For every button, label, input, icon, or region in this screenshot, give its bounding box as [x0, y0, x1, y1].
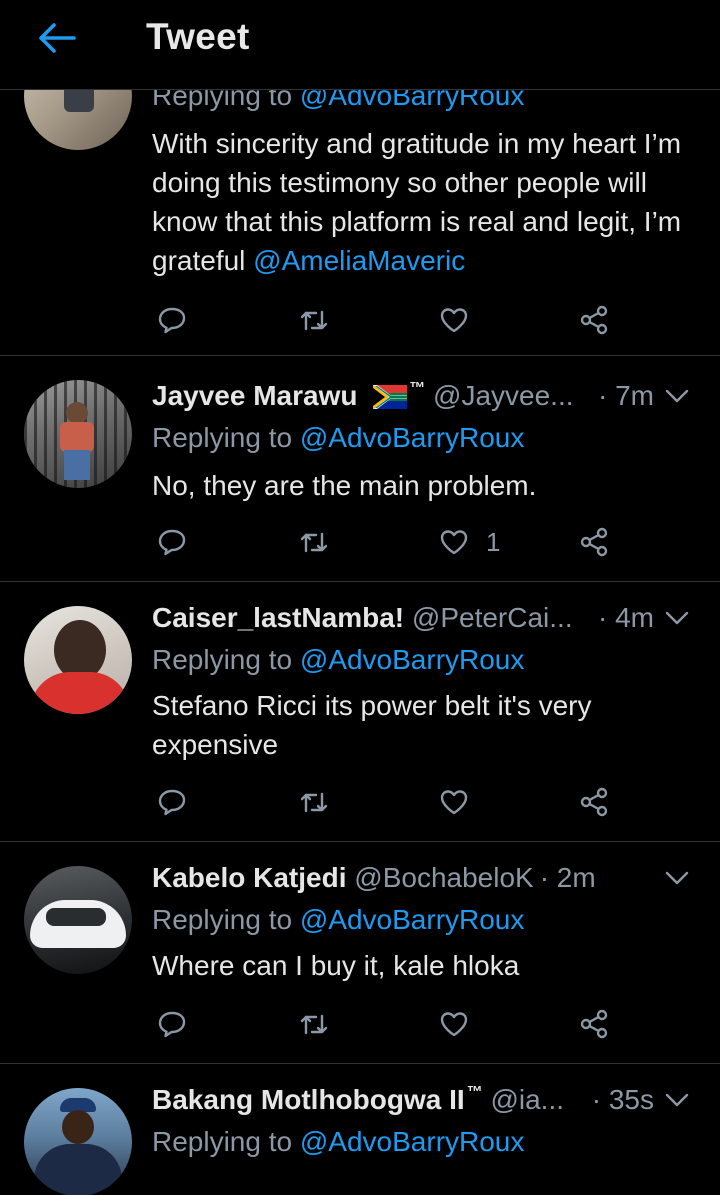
tweet-meta: Bakang Motlhobogwa II ™ @ia... · 35s [152, 1084, 698, 1124]
share-button[interactable] [578, 522, 610, 562]
retweet-icon [300, 792, 328, 813]
display-name[interactable]: Caiser_lastNamba! [152, 602, 404, 633]
retweet-button[interactable] [298, 522, 330, 562]
chevron-down-icon[interactable] [664, 386, 690, 406]
reply-icon [158, 307, 186, 334]
share-icon [580, 1009, 608, 1039]
tweet-meta: Caiser_lastNamba! @PeterCai... · 4m [152, 602, 698, 642]
tweet-item[interactable]: Kabelo Katjedi @BochabeloK · 2m Replying … [0, 842, 720, 1064]
avatar[interactable] [24, 866, 132, 974]
user-handle[interactable]: @ia... [490, 1084, 564, 1115]
like-icon [440, 308, 468, 333]
tweet-meta: Jayvee Marawu ™ @Jayvee... · 7m [152, 380, 698, 420]
tweet-text: No, they are the main problem. [152, 470, 537, 501]
tweet-actions [152, 300, 632, 340]
replying-to-mention[interactable]: @AdvoBarryRoux [300, 422, 525, 453]
replying-to-line: Replying to @AdvoBarryRoux [152, 1126, 525, 1157]
display-name[interactable]: Bakang Motlhobogwa II [152, 1084, 465, 1115]
like-button[interactable] [438, 300, 470, 340]
reply-icon [158, 789, 186, 816]
retweet-icon [300, 532, 328, 553]
like-button[interactable]: 1 [438, 522, 500, 562]
retweet-button[interactable] [298, 1004, 330, 1044]
timestamp: · 35s [591, 1084, 654, 1115]
display-name[interactable]: Jayvee Marawu [152, 380, 357, 411]
replying-to-mention[interactable]: @AdvoBarryRoux [300, 1126, 525, 1157]
user-handle[interactable]: @PeterCai... [412, 602, 573, 633]
like-button[interactable] [438, 782, 470, 822]
reply-icon [158, 529, 186, 556]
avatar[interactable] [24, 606, 132, 714]
reply-button[interactable] [156, 522, 188, 562]
chevron-down-icon[interactable] [664, 1090, 690, 1110]
timestamp: · 4m [598, 602, 654, 633]
mention-link[interactable]: @AmeliaMaveric [253, 245, 465, 276]
retweet-button[interactable] [298, 782, 330, 822]
chevron-down-icon[interactable] [664, 868, 690, 888]
top-app-bar: Tweet [0, 0, 720, 90]
share-button[interactable] [578, 782, 610, 822]
reply-button[interactable] [156, 1004, 188, 1044]
tweet-item[interactable]: Bakang Motlhobogwa II ™ @ia... · 35s Repl… [0, 1064, 720, 1195]
like-icon [440, 1012, 468, 1037]
reply-button[interactable] [156, 782, 188, 822]
like-icon [440, 530, 468, 555]
replying-to-mention[interactable]: @AdvoBarryRoux [300, 904, 525, 935]
reply-button[interactable] [156, 300, 188, 340]
tweet-actions [152, 1004, 632, 1044]
tweet-text: With sincerity and gratitude in my heart… [152, 128, 682, 276]
share-icon [580, 787, 608, 817]
tweet-actions: 1 [152, 522, 632, 562]
timestamp: · 7m [598, 380, 654, 411]
replying-to-mention[interactable]: @AdvoBarryRoux [300, 644, 525, 675]
tweet-text: Stefano Ricci its power belt it's very e… [152, 690, 592, 760]
chevron-down-icon[interactable] [664, 608, 690, 628]
back-arrow-icon[interactable] [34, 18, 78, 58]
replying-to-line: Replying to @AdvoBarryRoux [152, 422, 525, 453]
reply-icon [158, 1011, 186, 1038]
retweet-button[interactable] [298, 300, 330, 340]
tweet-item[interactable]: Replying to @AdvoBarryRoux With sincerit… [0, 42, 720, 356]
share-icon [580, 305, 608, 335]
timestamp: · 2m [539, 862, 596, 893]
tweet-text: Where can I buy it, kale hloka [152, 950, 520, 981]
like-icon [440, 790, 468, 815]
page-title: Tweet [146, 16, 250, 57]
display-name[interactable]: Kabelo Katjedi [152, 862, 346, 893]
like-count: 1 [486, 526, 501, 557]
retweet-icon [300, 1014, 328, 1035]
replying-to-line: Replying to @AdvoBarryRoux [152, 644, 525, 675]
tweet-meta: Kabelo Katjedi @BochabeloK · 2m [152, 862, 698, 902]
share-button[interactable] [578, 1004, 610, 1044]
south-africa-flag-icon [373, 385, 408, 409]
share-icon [580, 527, 608, 557]
tweet-feed[interactable]: Replying to @AdvoBarryRoux With sincerit… [0, 0, 720, 1195]
user-handle[interactable]: @BochabeloK [354, 862, 533, 893]
avatar[interactable] [24, 1088, 132, 1195]
tweet-actions [152, 782, 632, 822]
tweet-item[interactable]: Caiser_lastNamba! @PeterCai... · 4m Repl… [0, 582, 720, 842]
avatar[interactable] [24, 380, 132, 488]
like-button[interactable] [438, 1004, 470, 1044]
tweet-item[interactable]: Jayvee Marawu ™ @Jayvee... · 7m Replying… [0, 356, 720, 582]
replying-to-line: Replying to @AdvoBarryRoux [152, 904, 525, 935]
share-button[interactable] [578, 300, 610, 340]
user-handle[interactable]: @Jayvee... [433, 380, 573, 411]
retweet-icon [300, 310, 328, 331]
